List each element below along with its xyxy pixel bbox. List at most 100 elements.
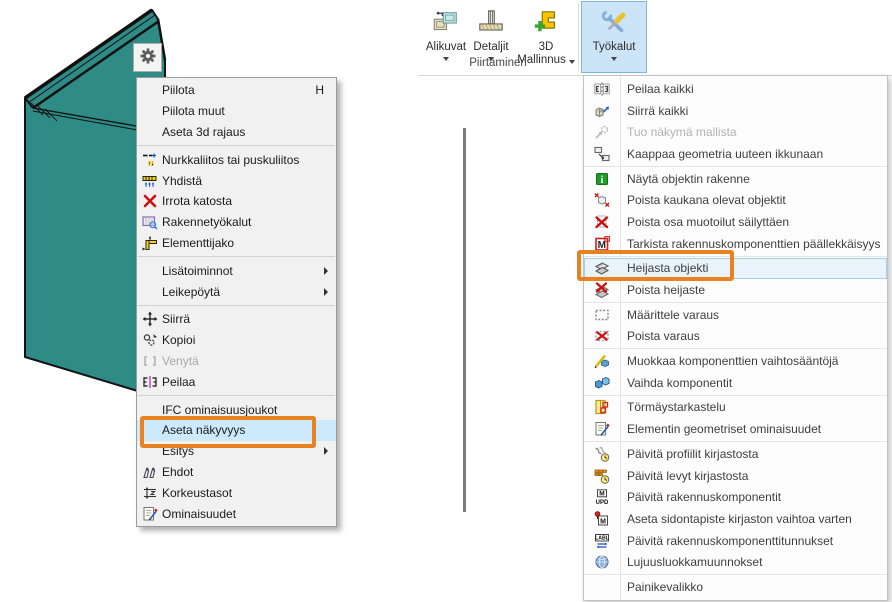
ribbon-button-tyokalut[interactable]: Työkalut: [581, 1, 647, 73]
move-icon: [140, 311, 159, 327]
merge-icon: [140, 173, 159, 189]
menu-item-ominaisuudet[interactable]: Ominaisuudet: [137, 503, 336, 524]
menu-item-heijasta-objekti[interactable]: Heijasta objekti: [584, 258, 887, 280]
menu-item-paivita-profiilit-kirjastosta[interactable]: Päivitä profiilit kirjastosta: [584, 443, 887, 465]
menu-item-irrota-katosta[interactable]: Irrota katosta: [137, 191, 336, 212]
stretch-icon: [140, 353, 159, 369]
menu-item-elementin-geometriset-ominaisuudet[interactable]: Elementin geometriset ominaisuudet: [584, 418, 887, 440]
menu-item-paivita-rakennuskomponenttitunnukset[interactable]: LABLPäivitä rakennuskomponenttitunnukset: [584, 530, 887, 552]
menu-item-tuo-nakyma-mallista[interactable]: Tuo näkymä mallista: [584, 121, 887, 143]
menu-item-label: Peilaa kaikki: [627, 82, 694, 96]
menu-separator: [584, 166, 887, 167]
menu-item-label: Esitys: [162, 444, 324, 458]
menu-item-piilota[interactable]: PiilotaH: [137, 80, 336, 101]
menu-item-esitys[interactable]: Esitys: [137, 441, 336, 462]
submenu-arrow-icon: [324, 447, 328, 455]
menu-item-label: Yhdistä: [162, 174, 330, 188]
menu-item-label: Aseta sidontapiste kirjaston vaihtoa var…: [627, 512, 852, 526]
mirror-all-icon: [584, 81, 620, 97]
menu-item-leikepoyta[interactable]: Leikepöytä: [137, 281, 336, 302]
menu-item-vaihda-komponentit[interactable]: Vaihda komponentit: [584, 372, 887, 394]
detach-red-x-icon: [140, 193, 159, 209]
menu-item-label: Päivitä levyt kirjastosta: [627, 469, 748, 483]
menu-item-paivita-levyt-kirjastosta[interactable]: Päivitä levyt kirjastosta: [584, 465, 887, 487]
menu-item-nayta-objektin-rakenne[interactable]: i Näytä objektin rakenne: [584, 168, 887, 190]
mirror-icon: [140, 374, 159, 390]
ribbon-button-label: Työkalut: [593, 41, 636, 54]
menu-item-kaappaa-geometria-uuteen-ikkunaan[interactable]: Kaappaa geometria uuteen ikkunaan: [584, 143, 887, 165]
menu-separator: [138, 256, 335, 257]
menu-item-label: Elementtijako: [162, 236, 330, 250]
subviews-icon: [432, 5, 460, 41]
menu-item-label: Lujuusluokkamuunnokset: [627, 555, 762, 569]
icon-spacer: [140, 402, 159, 418]
details-icon: [477, 5, 505, 41]
svg-text:M: M: [600, 518, 606, 525]
menu-item-maarittele-varaus[interactable]: Määrittele varaus: [584, 304, 887, 326]
menu-item-korkeustasot[interactable]: Korkeustasot: [137, 482, 336, 503]
menu-item-label: Muokkaa komponenttien vaihtosääntöjä: [627, 354, 838, 368]
menu-item-ehdot[interactable]: Ehdot: [137, 462, 336, 483]
svg-text:LABL: LABL: [595, 535, 610, 541]
menu-item-label: Näytä objektin rakenne: [627, 172, 750, 186]
edit-swap-rules-icon: [584, 353, 620, 369]
import-view-icon: [584, 124, 620, 140]
menu-item-label: Piilota muut: [162, 104, 330, 118]
icon-spacer: [140, 284, 159, 300]
tools-icon: [600, 5, 628, 41]
menu-item-shortcut: H: [315, 83, 324, 97]
menu-separator: [138, 395, 335, 396]
menu-item-label: Rakennetyökalut: [162, 215, 330, 229]
menu-item-siirra-kaikki[interactable]: Siirrä kaikki: [584, 100, 887, 122]
menu-item-painikevalikko[interactable]: Painikevalikko: [584, 576, 887, 598]
3d-modeling-icon: [532, 5, 560, 41]
reflect-object-icon: [584, 260, 620, 276]
menu-item-label: Määrittele varaus: [627, 308, 719, 322]
icon-spacer: [140, 443, 159, 459]
menu-item-piilota-muut[interactable]: Piilota muut: [137, 101, 336, 122]
remove-reflection-icon: [584, 282, 620, 298]
menu-item-ifc-ominaisuusjoukot[interactable]: IFC ominaisuusjoukot: [137, 399, 336, 420]
menu-item-venyta[interactable]: Venytä: [137, 351, 336, 372]
gear-button[interactable]: [133, 43, 162, 72]
icon-spacer: [140, 263, 159, 279]
menu-item-nurkkaliitos-tai-puskuliitos[interactable]: Nurkkaliitos tai puskuliitos: [137, 149, 336, 170]
menu-item-label: Ominaisuudet: [162, 507, 330, 521]
menu-item-label: Heijasta objekti: [627, 261, 708, 275]
copy-icon: [140, 332, 159, 348]
menu-item-aseta-3d-rajaus[interactable]: Aseta 3d rajaus: [137, 122, 336, 143]
menu-item-elementtijako[interactable]: Elementtijako: [137, 233, 336, 254]
menu-item-label: Aseta näkyvyys: [162, 423, 330, 437]
svg-text:i: i: [601, 175, 604, 186]
menu-separator: [584, 348, 887, 349]
properties-icon: [140, 506, 159, 522]
menu-item-tormaystarkastelu[interactable]: Törmäystarkastelu: [584, 397, 887, 419]
menu-item-yhdista[interactable]: Yhdistä: [137, 170, 336, 191]
menu-item-peilaa[interactable]: Peilaa: [137, 371, 336, 392]
menu-item-aseta-nakyvyys[interactable]: Aseta näkyvyys: [137, 420, 336, 441]
menu-item-kopioi[interactable]: Kopioi: [137, 330, 336, 351]
structure-tools-icon: [140, 214, 159, 230]
menu-item-lujuusluokkamuunnokset[interactable]: Lujuusluokkamuunnokset: [584, 551, 887, 573]
menu-item-poista-osa-muotoilut-sailyttaen[interactable]: Poista osa muotoilut säilyttäen: [584, 211, 887, 233]
menu-item-muokkaa-komponenttien-vaihtosaantoja[interactable]: Muokkaa komponenttien vaihtosääntöjä: [584, 350, 887, 372]
menu-item-peilaa-kaikki[interactable]: Peilaa kaikki: [584, 78, 887, 100]
menu-separator: [584, 302, 887, 303]
menu-item-lisatoiminnot[interactable]: Lisätoiminnot: [137, 260, 336, 281]
capture-geometry-icon: [584, 146, 620, 162]
overlap-check-icon: M: [584, 236, 620, 252]
geometry-properties-icon: [584, 421, 620, 437]
move-all-icon: [584, 103, 620, 119]
menu-item-tarkista-rakennuskomponenttien-paallekkaisyys[interactable]: MTarkista rakennuskomponenttien päällekk…: [584, 233, 887, 255]
menu-item-poista-varaus[interactable]: Poista varaus: [584, 326, 887, 348]
menu-item-aseta-sidontapiste-kirjaston-vaihtoa-varten[interactable]: M Aseta sidontapiste kirjaston vaihtoa va…: [584, 508, 887, 530]
menu-item-poista-kaukana-olevat-objektit[interactable]: Poista kaukana olevat objektit: [584, 189, 887, 211]
menu-item-paivita-rakennuskomponentit[interactable]: MUPDPäivitä rakennuskomponentit: [584, 486, 887, 508]
menu-item-poista-heijaste[interactable]: Poista heijaste: [584, 279, 887, 301]
strength-conversion-icon: [584, 554, 620, 570]
ribbon-button-label: Detaljit: [473, 41, 508, 54]
menu-item-label: Ehdot: [162, 465, 330, 479]
menu-item-rakennetyokalut[interactable]: Rakennetyökalut: [137, 212, 336, 233]
icon-spacer: [140, 124, 159, 140]
menu-item-siirra[interactable]: Siirrä: [137, 309, 336, 330]
